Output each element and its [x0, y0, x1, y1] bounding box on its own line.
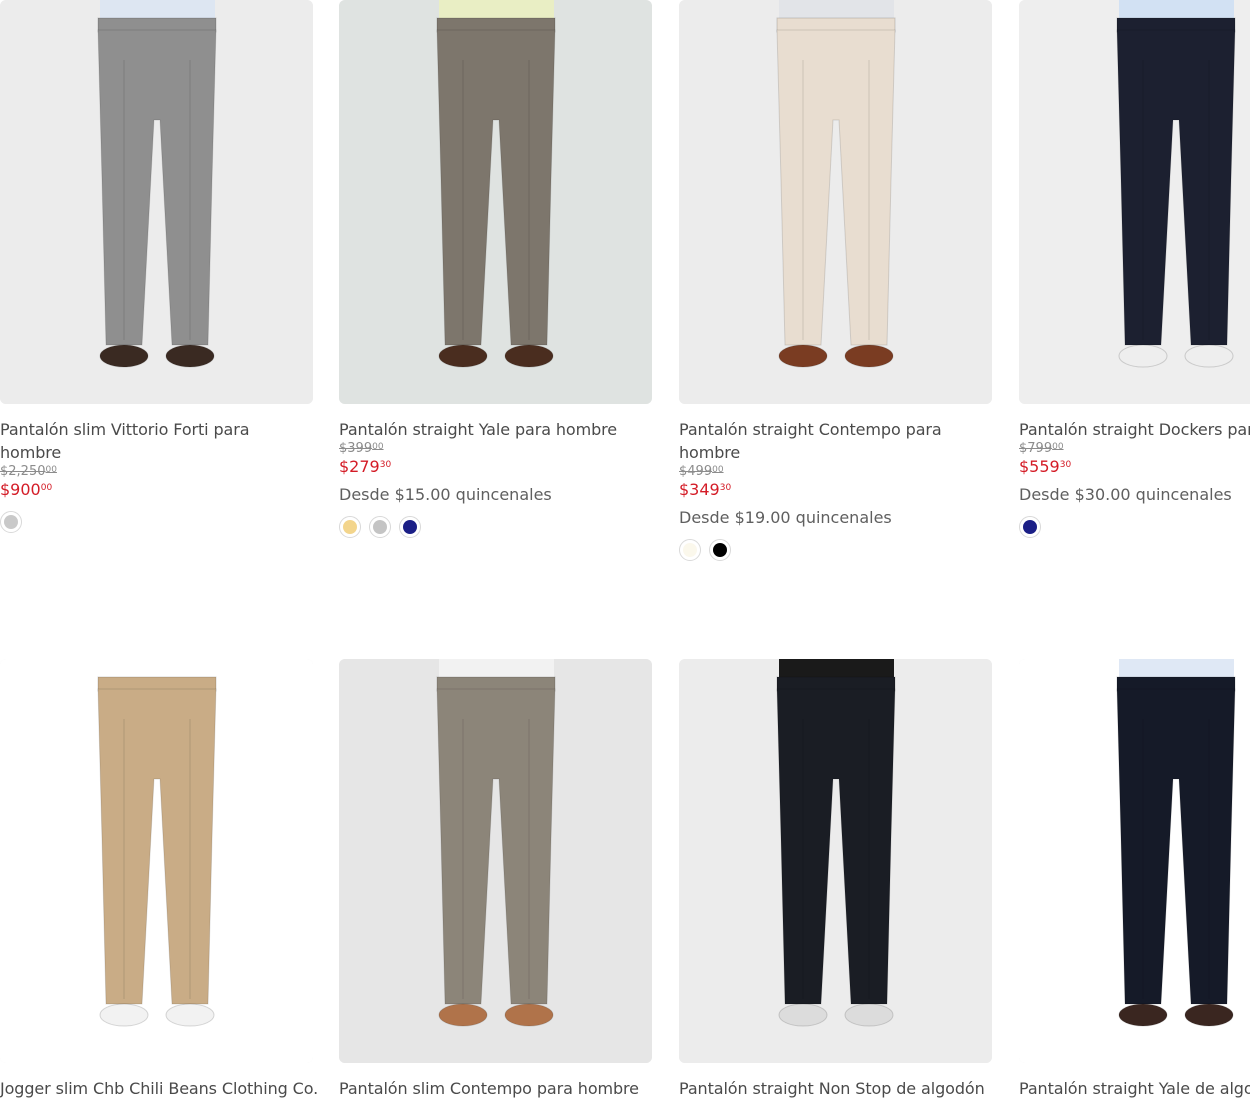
- product-title[interactable]: Pantalón slim Vittorio Forti para hombre: [0, 418, 313, 464]
- product-card[interactable]: Pantalón straight Yale de algodón: [1019, 659, 1250, 1100]
- product-card[interactable]: Pantalón straight Dockers para hombre $7…: [1019, 0, 1250, 538]
- sale-price: $90000: [0, 480, 53, 499]
- product-card[interactable]: Pantalón straight Yale para hombre $3990…: [339, 0, 652, 538]
- product-image[interactable]: [0, 0, 313, 404]
- installments-text: Desde $15.00 quincenales: [339, 485, 552, 504]
- sale-price: $34930: [679, 480, 732, 499]
- product-title[interactable]: Pantalón straight Dockers para hombre: [1019, 418, 1250, 441]
- product-image[interactable]: [679, 659, 992, 1063]
- color-swatches: [339, 516, 652, 538]
- color-swatch[interactable]: [339, 516, 361, 538]
- original-price: $2,25000: [0, 464, 57, 479]
- color-swatches: [0, 511, 313, 533]
- product-title[interactable]: Pantalón straight Non Stop de algodón: [679, 1077, 992, 1100]
- product-title[interactable]: Pantalón slim Contempo para hombre: [339, 1077, 652, 1100]
- product-card[interactable]: Pantalón slim Vittorio Forti para hombre…: [0, 0, 313, 533]
- product-card[interactable]: Pantalón straight Non Stop de algodón: [679, 659, 992, 1100]
- color-swatch[interactable]: [1019, 516, 1041, 538]
- installments-text: Desde $19.00 quincenales: [679, 508, 892, 527]
- color-swatch[interactable]: [0, 511, 22, 533]
- installments-text: Desde $30.00 quincenales: [1019, 485, 1232, 504]
- product-card[interactable]: Pantalón straight Contempo para hombre $…: [679, 0, 992, 561]
- product-image[interactable]: [339, 659, 652, 1063]
- sale-price: $27930: [339, 457, 392, 476]
- original-price: $39900: [339, 441, 384, 456]
- color-swatches: [679, 539, 979, 561]
- color-swatch[interactable]: [679, 539, 701, 561]
- product-image[interactable]: [1019, 0, 1250, 404]
- product-image[interactable]: [339, 0, 652, 404]
- product-grid: Pantalón slim Vittorio Forti para hombre…: [0, 0, 1250, 1098]
- color-swatches: [1019, 516, 1250, 538]
- product-title[interactable]: Pantalón straight Yale de algodón: [1019, 1077, 1250, 1100]
- product-image[interactable]: [679, 0, 992, 404]
- product-title[interactable]: Jogger slim Chb Chili Beans Clothing Co.: [0, 1077, 318, 1100]
- color-swatch[interactable]: [399, 516, 421, 538]
- product-image[interactable]: [1019, 659, 1250, 1063]
- color-swatch[interactable]: [369, 516, 391, 538]
- original-price: $49900: [679, 464, 724, 479]
- product-image[interactable]: [0, 659, 313, 1063]
- product-card[interactable]: Pantalón slim Contempo para hombre: [339, 659, 652, 1100]
- product-card[interactable]: Jogger slim Chb Chili Beans Clothing Co.: [0, 659, 318, 1100]
- product-title[interactable]: Pantalón straight Contempo para hombre: [679, 418, 979, 464]
- original-price: $79900: [1019, 441, 1064, 456]
- color-swatch[interactable]: [709, 539, 731, 561]
- product-title[interactable]: Pantalón straight Yale para hombre: [339, 418, 652, 441]
- sale-price: $55930: [1019, 457, 1072, 476]
